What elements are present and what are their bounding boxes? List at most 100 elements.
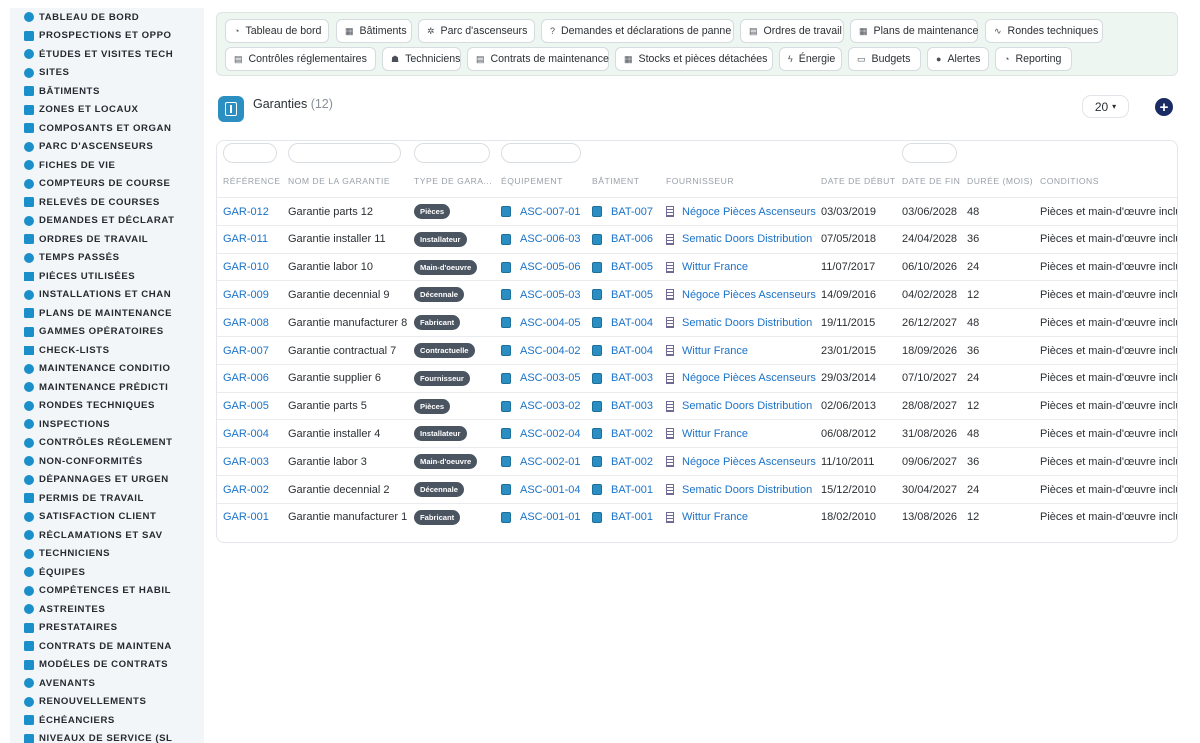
reference-link[interactable]: GAR-008	[223, 317, 269, 329]
page-size-select[interactable]: 20 ▾	[1082, 95, 1129, 118]
sidebar-item-releves-de-courses[interactable]: RELEVÉS DE COURSES	[10, 193, 204, 212]
nav-alertes-button[interactable]: ● Alertes	[927, 47, 989, 71]
nav-batiments-button[interactable]: ▦ Bâtiments	[336, 19, 412, 43]
sidebar-item-maintenance-conditio[interactable]: MAINTENANCE CONDITIO	[10, 360, 204, 379]
sidebar-item-ordres-de-travail[interactable]: ORDRES DE TRAVAIL	[10, 230, 204, 249]
building-link[interactable]: BAT-003	[611, 372, 653, 384]
sidebar-item-astreintes[interactable]: ASTREINTES	[10, 600, 204, 619]
sidebar-item-satisfaction-client[interactable]: SATISFACTION CLIENT	[10, 508, 204, 527]
filter-name-input[interactable]	[288, 143, 401, 163]
reference-link[interactable]: GAR-003	[223, 456, 269, 468]
sidebar-item-non-conformites[interactable]: NON-CONFORMITÉS	[10, 452, 204, 471]
nav-techniciens-button[interactable]: ☗ Techniciens	[382, 47, 461, 71]
building-link[interactable]: BAT-002	[611, 456, 653, 468]
equipment-link[interactable]: ASC-005-06	[520, 261, 581, 273]
sidebar-item-plans-de-maintenance[interactable]: PLANS DE MAINTENANCE	[10, 304, 204, 323]
column-header-duree-mois[interactable]: DURÉE (MOIS)	[967, 176, 1037, 186]
building-link[interactable]: BAT-004	[611, 317, 653, 329]
sidebar-item-niveaux-de-service-sl[interactable]: NIVEAUX DE SERVICE (SL	[10, 730, 204, 743]
nav-reporting-button[interactable]: ◔ Reporting	[995, 47, 1072, 71]
supplier-link[interactable]: Sematic Doors Distribution	[682, 484, 812, 496]
supplier-link[interactable]: Négoce Pièces Ascenseurs	[682, 206, 816, 218]
sidebar-item-parc-d-ascenseurs[interactable]: PARC D'ASCENSEURS	[10, 138, 204, 157]
sidebar-item-zones-et-locaux[interactable]: ZONES ET LOCAUX	[10, 101, 204, 120]
nav-rondes-techniques-button[interactable]: ∿ Rondes techniques	[985, 19, 1103, 43]
sidebar-item-tableau-de-bord[interactable]: TABLEAU DE BORD	[10, 8, 204, 27]
supplier-link[interactable]: Négoce Pièces Ascenseurs	[682, 372, 816, 384]
equipment-link[interactable]: ASC-003-05	[520, 372, 581, 384]
sidebar-item-check-lists[interactable]: CHECK-LISTS	[10, 341, 204, 360]
table-row[interactable]: GAR-006 Garantie supplier 6 Fournisseur ASC…	[217, 363, 1177, 392]
nav-contrats-de-maintenance-button[interactable]: ▤ Contrats de maintenance	[467, 47, 609, 71]
sidebar-item-competences-et-habil[interactable]: COMPÉTENCES ET HABIL	[10, 582, 204, 601]
table-row[interactable]: GAR-008 Garantie manufacturer 8 Fabricant A…	[217, 308, 1177, 336]
sidebar-item-composants-et-organ[interactable]: COMPOSANTS ET ORGAN	[10, 119, 204, 138]
sidebar-item-compteurs-de-course[interactable]: COMPTEURS DE COURSE	[10, 175, 204, 194]
column-header-fournisseur[interactable]: FOURNISSEUR	[666, 176, 818, 186]
sidebar-item-pieces-utilisees[interactable]: PIÈCES UTILISÉES	[10, 267, 204, 286]
equipment-link[interactable]: ASC-003-02	[520, 400, 581, 412]
nav-plans-de-maintenance-button[interactable]: ▦ Plans de maintenance	[850, 19, 978, 43]
sidebar-item-avenants[interactable]: AVENANTS	[10, 674, 204, 693]
column-header-type-de-gara[interactable]: TYPE DE GARA...	[414, 176, 496, 186]
supplier-link[interactable]: Sematic Doors Distribution	[682, 233, 812, 245]
building-link[interactable]: BAT-002	[611, 428, 653, 440]
filter-equipment-input[interactable]	[501, 143, 581, 163]
nav-budgets-button[interactable]: ▭ Budgets	[848, 47, 921, 71]
equipment-link[interactable]: ASC-004-02	[520, 345, 581, 357]
equipment-link[interactable]: ASC-006-03	[520, 233, 581, 245]
sidebar-item-equipes[interactable]: ÉQUIPES	[10, 563, 204, 582]
sidebar-item-reclamations-et-sav[interactable]: RÉCLAMATIONS ET SAV	[10, 526, 204, 545]
reference-link[interactable]: GAR-001	[223, 511, 269, 523]
building-link[interactable]: BAT-003	[611, 400, 653, 412]
reference-link[interactable]: GAR-010	[223, 261, 269, 273]
table-row[interactable]: GAR-011 Garantie installer 11 Installateur…	[217, 224, 1177, 253]
supplier-link[interactable]: Wittur France	[682, 345, 748, 357]
table-row[interactable]: GAR-001 Garantie manufacturer 1 Fabricant A…	[217, 502, 1177, 531]
table-row[interactable]: GAR-009 Garantie decennial 9 Décennale ASC-…	[217, 280, 1177, 308]
sidebar-item-demandes-et-declarat[interactable]: DEMANDES ET DÉCLARAT	[10, 212, 204, 231]
add-warranty-button[interactable]: +	[1155, 98, 1173, 116]
sidebar-item-batiments[interactable]: BÂTIMENTS	[10, 82, 204, 101]
nav-demandes-et-declarations-de-panne-button[interactable]: ? Demandes et déclarations de panne	[541, 19, 734, 43]
column-header-batiment[interactable]: BÂTIMENT	[592, 176, 662, 186]
nav-ordres-de-travail-button[interactable]: ▤ Ordres de travail	[740, 19, 844, 43]
nav-controles-reglementaires-button[interactable]: ▤ Contrôles réglementaires	[225, 47, 376, 71]
table-row[interactable]: GAR-010 Garantie labor 10 Main-d'oeuvre ASC…	[217, 252, 1177, 281]
equipment-link[interactable]: ASC-001-01	[520, 511, 581, 523]
reference-link[interactable]: GAR-004	[223, 428, 269, 440]
sidebar-item-contrats-de-maintena[interactable]: CONTRATS DE MAINTENA	[10, 637, 204, 656]
supplier-link[interactable]: Sematic Doors Distribution	[682, 400, 812, 412]
equipment-link[interactable]: ASC-002-04	[520, 428, 581, 440]
building-link[interactable]: BAT-001	[611, 511, 653, 523]
sidebar-item-modeles-de-contrats[interactable]: MODÈLES DE CONTRATS	[10, 656, 204, 675]
sidebar-item-echeanciers[interactable]: ÉCHÉANCIERS	[10, 711, 204, 730]
sidebar-item-controles-reglement[interactable]: CONTRÔLES RÉGLEMENT	[10, 434, 204, 453]
sidebar-item-gammes-operatoires[interactable]: GAMMES OPÉRATOIRES	[10, 323, 204, 342]
sidebar-item-inspections[interactable]: INSPECTIONS	[10, 415, 204, 434]
sidebar-item-prospections-et-oppo[interactable]: PROSPECTIONS ET OPPO	[10, 27, 204, 46]
column-header-conditions[interactable]: CONDITIONS	[1040, 176, 1177, 186]
reference-link[interactable]: GAR-005	[223, 400, 269, 412]
nav-parc-d-ascenseurs-button[interactable]: ✲ Parc d'ascenseurs	[418, 19, 535, 43]
equipment-link[interactable]: ASC-004-05	[520, 317, 581, 329]
equipment-link[interactable]: ASC-002-01	[520, 456, 581, 468]
nav-stocks-et-pieces-detachees-button[interactable]: ▦ Stocks et pièces détachées	[615, 47, 773, 71]
table-row[interactable]: GAR-005 Garantie parts 5 Pièces ASC-003-02 B…	[217, 391, 1177, 420]
reference-link[interactable]: GAR-009	[223, 289, 269, 301]
filter-reference-input[interactable]	[223, 143, 277, 163]
sidebar-item-temps-passes[interactable]: TEMPS PASSÉS	[10, 249, 204, 268]
table-row[interactable]: GAR-003 Garantie labor 3 Main-d'oeuvre ASC-…	[217, 447, 1177, 475]
reference-link[interactable]: GAR-006	[223, 372, 269, 384]
supplier-link[interactable]: Négoce Pièces Ascenseurs	[682, 456, 816, 468]
sidebar-item-techniciens[interactable]: TECHNICIENS	[10, 545, 204, 564]
sidebar-item-etudes-et-visites-tech[interactable]: ÉTUDES ET VISITES TECH	[10, 45, 204, 64]
sidebar-item-permis-de-travail[interactable]: PERMIS DE TRAVAIL	[10, 489, 204, 508]
supplier-link[interactable]: Wittur France	[682, 261, 748, 273]
column-header-date-de-debut[interactable]: DATE DE DÉBUT	[821, 176, 899, 186]
supplier-link[interactable]: Négoce Pièces Ascenseurs	[682, 289, 816, 301]
building-link[interactable]: BAT-006	[611, 233, 653, 245]
reference-link[interactable]: GAR-002	[223, 484, 269, 496]
reference-link[interactable]: GAR-011	[223, 233, 268, 245]
equipment-link[interactable]: ASC-007-01	[520, 206, 581, 218]
